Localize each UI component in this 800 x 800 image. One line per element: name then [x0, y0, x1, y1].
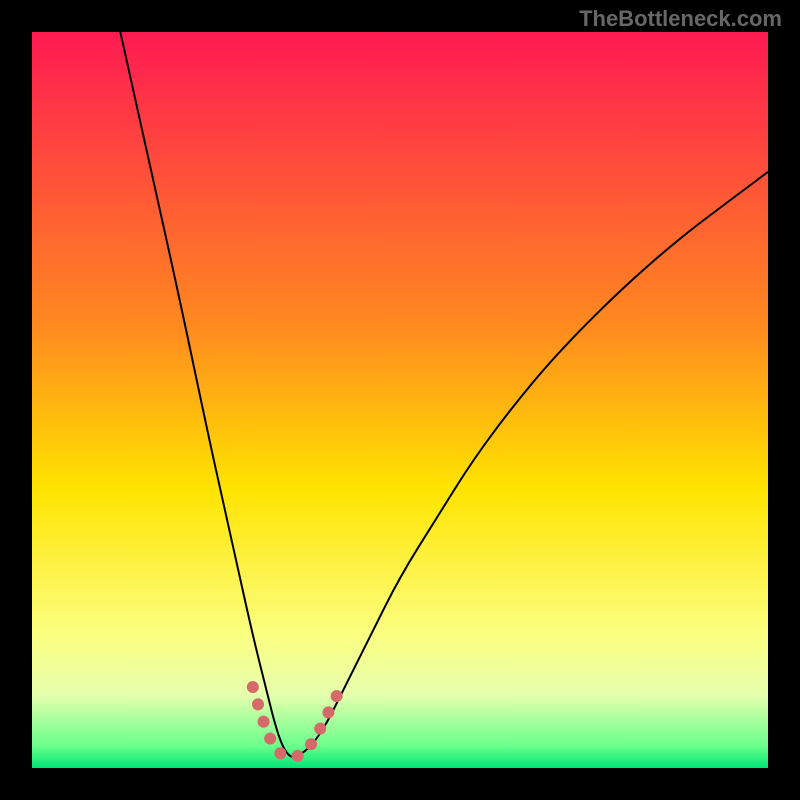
- watermark-text: TheBottleneck.com: [579, 6, 782, 32]
- plot-area: [32, 32, 768, 768]
- chart-frame: TheBottleneck.com: [0, 0, 800, 800]
- chart-svg: [32, 32, 768, 768]
- gradient-background: [32, 32, 768, 768]
